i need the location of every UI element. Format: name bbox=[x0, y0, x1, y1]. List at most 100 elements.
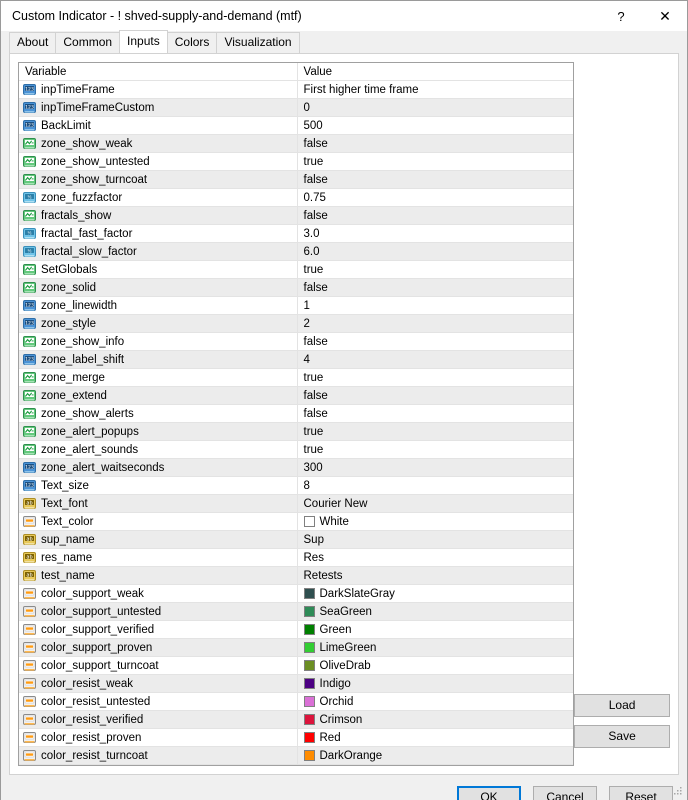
value-cell[interactable]: false bbox=[297, 206, 574, 225]
value-cell[interactable]: false bbox=[297, 404, 574, 423]
table-row[interactable]: 123 zone_label_shift 4 bbox=[19, 350, 574, 369]
table-row[interactable]: color_resist_weak Indigo bbox=[19, 674, 574, 693]
value-cell[interactable]: 1 bbox=[297, 296, 574, 315]
value-cell[interactable]: Retests bbox=[297, 566, 574, 585]
table-row[interactable]: color_support_proven LimeGreen bbox=[19, 638, 574, 657]
float-icon: ½ bbox=[23, 245, 36, 258]
table-row[interactable]: ab test_name Retests bbox=[19, 566, 574, 585]
value-cell[interactable]: Courier New bbox=[297, 494, 574, 513]
value-cell[interactable]: 0 bbox=[297, 98, 574, 117]
value-cell[interactable]: Indigo bbox=[297, 674, 574, 693]
table-row[interactable]: color_resist_untested Orchid bbox=[19, 692, 574, 711]
table-row[interactable]: 123 inpTimeFrame First higher time frame bbox=[19, 80, 574, 99]
value-cell[interactable]: 500 bbox=[297, 116, 574, 135]
table-row[interactable]: fractals_show false bbox=[19, 206, 574, 225]
table-row[interactable]: ab sup_name Sup bbox=[19, 530, 574, 549]
table-row[interactable]: ab Text_font Courier New bbox=[19, 494, 574, 513]
value-cell[interactable]: 8 bbox=[297, 476, 574, 495]
table-row[interactable]: zone_alert_popups true bbox=[19, 422, 574, 441]
table-row[interactable]: Text_color White bbox=[19, 512, 574, 531]
value-cell[interactable]: false bbox=[297, 170, 574, 189]
value-cell[interactable]: SeaGreen bbox=[297, 602, 574, 621]
column-header-variable[interactable]: Variable bbox=[19, 63, 298, 81]
table-row[interactable]: 123 BackLimit 500 bbox=[19, 116, 574, 135]
table-row[interactable]: 123 zone_alert_waitseconds 300 bbox=[19, 458, 574, 477]
value-cell[interactable]: LimeGreen bbox=[297, 638, 574, 657]
value-cell[interactable]: false bbox=[297, 386, 574, 405]
close-icon[interactable]: ✕ bbox=[643, 1, 687, 31]
table-row[interactable]: zone_alert_sounds true bbox=[19, 440, 574, 459]
svg-text:½: ½ bbox=[27, 194, 31, 201]
value-cell[interactable]: DarkSlateGray bbox=[297, 584, 574, 603]
save-button[interactable]: Save bbox=[574, 725, 670, 748]
help-icon[interactable]: ? bbox=[599, 1, 643, 31]
value-cell[interactable]: true bbox=[297, 368, 574, 387]
table-row[interactable]: 123 zone_style 2 bbox=[19, 314, 574, 333]
table-row[interactable]: color_resist_turncoat DarkOrange bbox=[19, 746, 574, 765]
variable-cell: ab sup_name bbox=[19, 530, 298, 549]
value-cell[interactable]: 3.0 bbox=[297, 224, 574, 243]
table-row[interactable]: 123 Text_size 8 bbox=[19, 476, 574, 495]
value-cell[interactable]: 6.0 bbox=[297, 242, 574, 261]
table-row[interactable]: color_resist_verified Crimson bbox=[19, 710, 574, 729]
value-cell[interactable]: Sup bbox=[297, 530, 574, 549]
tab-colors[interactable]: Colors bbox=[166, 32, 218, 53]
ok-button[interactable]: OK bbox=[457, 785, 521, 800]
tab-visualization[interactable]: Visualization bbox=[216, 32, 300, 53]
table-row[interactable]: 123 zone_linewidth 1 bbox=[19, 296, 574, 315]
table-row[interactable]: SetGlobals true bbox=[19, 260, 574, 279]
variable-cell: 123 zone_label_shift bbox=[19, 350, 298, 369]
table-row[interactable]: color_support_weak DarkSlateGray bbox=[19, 584, 574, 603]
column-header-value[interactable]: Value bbox=[297, 63, 574, 81]
value-cell[interactable]: true bbox=[297, 422, 574, 441]
tab-inputs[interactable]: Inputs bbox=[119, 30, 168, 53]
table-row[interactable]: ½ fractal_fast_factor 3.0 bbox=[19, 224, 574, 243]
load-button[interactable]: Load bbox=[574, 694, 670, 717]
value-cell[interactable]: Green bbox=[297, 620, 574, 639]
table-row[interactable]: ½ zone_fuzzfactor 0.75 bbox=[19, 188, 574, 207]
value-cell[interactable]: White bbox=[297, 512, 574, 531]
value-cell[interactable]: false bbox=[297, 332, 574, 351]
table-row[interactable]: zone_show_untested true bbox=[19, 152, 574, 171]
table-row[interactable]: zone_solid false bbox=[19, 278, 574, 297]
value-cell[interactable]: true bbox=[297, 440, 574, 459]
tab-common[interactable]: Common bbox=[55, 32, 121, 53]
tab-about[interactable]: About bbox=[9, 32, 57, 53]
variable-name: test_name bbox=[41, 569, 95, 582]
value-cell[interactable]: 4 bbox=[297, 350, 574, 369]
table-row[interactable]: 123 inpTimeFrameCustom 0 bbox=[19, 98, 574, 117]
table-row[interactable]: color_support_turncoat OliveDrab bbox=[19, 656, 574, 675]
value-cell[interactable]: true bbox=[297, 260, 574, 279]
table-row[interactable]: zone_show_weak false bbox=[19, 134, 574, 153]
value-cell[interactable]: First higher time frame bbox=[297, 80, 574, 99]
value-cell[interactable]: false bbox=[297, 134, 574, 153]
value-cell[interactable]: Red bbox=[297, 728, 574, 747]
table-row[interactable]: color_support_verified Green bbox=[19, 620, 574, 639]
variable-name: zone_extend bbox=[41, 389, 107, 402]
table-row[interactable]: zone_merge true bbox=[19, 368, 574, 387]
table-row[interactable]: ab res_name Res bbox=[19, 548, 574, 567]
value-cell[interactable]: true bbox=[297, 152, 574, 171]
value-text: 3.0 bbox=[303, 227, 320, 240]
table-row[interactable]: zone_extend false bbox=[19, 386, 574, 405]
value-cell[interactable]: 2 bbox=[297, 314, 574, 333]
value-cell[interactable]: false bbox=[297, 278, 574, 297]
value-cell[interactable]: Orchid bbox=[297, 692, 574, 711]
table-row[interactable]: zone_show_alerts false bbox=[19, 404, 574, 423]
cancel-button[interactable]: Cancel bbox=[533, 785, 597, 800]
table-row[interactable]: color_resist_proven Red bbox=[19, 728, 574, 747]
value-cell[interactable]: 300 bbox=[297, 458, 574, 477]
table-row[interactable]: ½ fractal_slow_factor 6.0 bbox=[19, 242, 574, 261]
table-row[interactable]: color_support_untested SeaGreen bbox=[19, 602, 574, 621]
value-cell[interactable]: OliveDrab bbox=[297, 656, 574, 675]
value-cell[interactable]: Res bbox=[297, 548, 574, 567]
reset-button[interactable]: Reset bbox=[609, 785, 673, 800]
side-button-group: Load Save bbox=[574, 62, 670, 766]
variable-cell: 123 zone_style bbox=[19, 314, 298, 333]
table-row[interactable]: zone_show_turncoat false bbox=[19, 170, 574, 189]
value-cell[interactable]: DarkOrange bbox=[297, 746, 574, 765]
variable-name: color_support_weak bbox=[41, 587, 144, 600]
value-cell[interactable]: Crimson bbox=[297, 710, 574, 729]
table-row[interactable]: zone_show_info false bbox=[19, 332, 574, 351]
value-cell[interactable]: 0.75 bbox=[297, 188, 574, 207]
